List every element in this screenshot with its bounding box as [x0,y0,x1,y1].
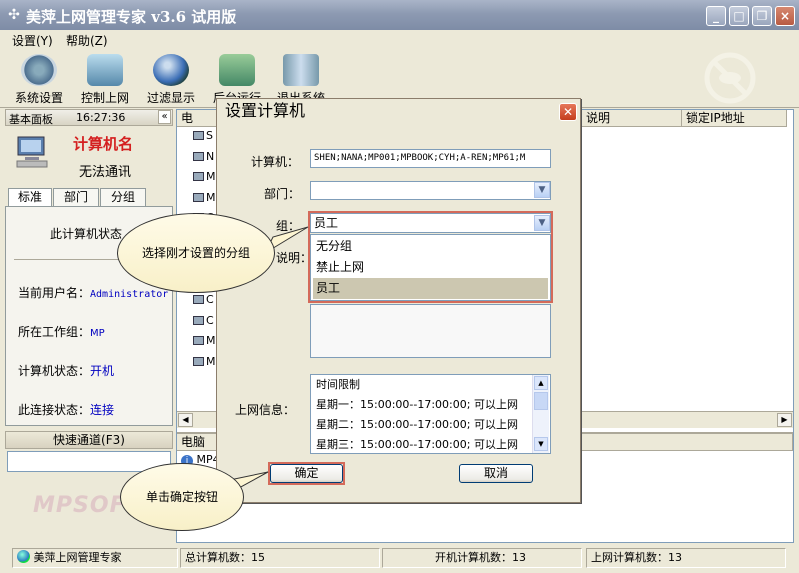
globe-icon [17,550,30,563]
close-button[interactable]: × [775,6,795,26]
filter-display-button[interactable]: 过滤显示 [138,54,204,106]
col-header-description[interactable]: 说明 [582,110,682,127]
tab-department[interactable]: 部门 [53,188,99,206]
group-hint-bubble: 选择刚才设置的分组 [117,213,275,293]
table-row[interactable]: M [193,355,216,368]
scroll-up-icon[interactable]: ▲ [534,376,548,390]
pc-state-value: 开机 [90,364,115,378]
table-row[interactable]: M [193,170,216,183]
tab-standard[interactable]: 标准 [8,188,52,206]
maximize-button[interactable]: □ [729,6,749,26]
group-select[interactable]: 员工 [310,213,551,233]
computer-row-icon [193,315,204,325]
basic-panel-header: 基本面板 16:27:36 « [5,109,173,126]
computer-row-icon [193,356,204,366]
clock-time: 16:27:36 [76,111,126,124]
table-row[interactable]: M [193,334,216,347]
group-option-staff[interactable]: 员工 [313,278,548,299]
online-info-scrollbar[interactable]: ▲ ▼ [532,375,549,453]
table-row[interactable]: C [193,314,214,327]
network-control-icon [87,54,123,86]
app-icon: ✣ [8,7,20,23]
group-dropdown-chevron-icon[interactable]: ▼ [534,215,550,231]
scroll-right-arrow-icon[interactable]: ▶ [777,413,792,427]
cancel-button[interactable]: 取消 [459,464,533,483]
background-run-icon [219,54,255,86]
table-row[interactable]: S [193,129,213,142]
status-on: 开机计算机数：13 [382,548,582,568]
state-heading: 此计算机状态 [50,227,123,241]
scroll-down-icon[interactable]: ▼ [534,437,548,451]
menu-settings[interactable]: 设置(Y) [12,32,53,49]
department-select[interactable]: ▼ [310,181,551,200]
system-settings-button[interactable]: 系统设置 [6,54,72,106]
scroll-left-arrow-icon[interactable]: ◀ [178,413,193,427]
ok-hint-bubble: 单击确定按钮 [120,463,244,531]
collapse-panel-button[interactable]: « [158,110,171,124]
computer-name-label: 计算机名 [73,135,134,153]
dialog-title: 设置计算机 [217,99,580,123]
ok-button[interactable]: 确定 [270,464,343,483]
menu-bar: 设置(Y) 帮助(Z) [0,30,799,50]
minimize-button[interactable]: _ [706,6,726,26]
online-info-list[interactable]: 时间限制 星期一：15:00:00--17:00:00; 可以上网 星期二：15… [310,374,551,454]
dialog-close-button[interactable]: ✕ [559,103,577,121]
group-options-list: 无分组 禁止上网 员工 [310,234,551,301]
computer-row-icon [193,172,204,181]
restore-button[interactable]: ❐ [752,6,772,26]
scroll-thumb[interactable] [534,392,548,410]
status-online: 上网计算机数：13 [586,548,786,568]
no-fishing-logo-icon [704,52,756,104]
quick-channel-header: 快速通道(F3) [5,431,173,449]
computer-row-icon [193,336,204,345]
control-internet-button[interactable]: 控制上网 [72,54,138,106]
workgroup-value: MP [90,328,105,339]
communication-status: 无法通讯 [79,165,132,180]
status-total: 总计算机数：15 [180,548,380,568]
online-info-label: 上网信息： [235,403,296,417]
computer-label: 计算机： [251,155,300,169]
col-header-locked-ip[interactable]: 锁定IP地址 [682,110,787,127]
connection-state-value: 连接 [90,403,115,417]
chevron-down-icon[interactable]: ▼ [534,182,550,198]
group-option-none[interactable]: 无分组 [313,236,548,257]
window-title: 美萍上网管理专家 v3.6 试用版 [26,8,237,26]
group-option-blocked[interactable]: 禁止上网 [313,257,548,278]
computer-row-icon [193,151,204,161]
globe-filter-icon [153,54,189,86]
title-bar: ✣ 美萍上网管理专家 v3.6 试用版 _ □ ❐ × [0,0,799,30]
computer-icon [16,136,48,168]
status-bar: 美萍上网管理专家 总计算机数：15 开机计算机数：13 上网计算机数：13 [0,545,799,573]
description-textarea[interactable] [310,304,551,358]
exit-door-icon [283,54,319,86]
computer-row-icon [193,131,204,140]
status-app: 美萍上网管理专家 [12,548,178,568]
computer-field[interactable]: SHEN;NANA;MP001;MPBOOK;CYH;A-REN;MP61;M [310,149,551,168]
gears-icon [21,54,57,86]
table-row[interactable]: N [193,150,214,163]
menu-help[interactable]: 帮助(Z) [66,32,108,49]
